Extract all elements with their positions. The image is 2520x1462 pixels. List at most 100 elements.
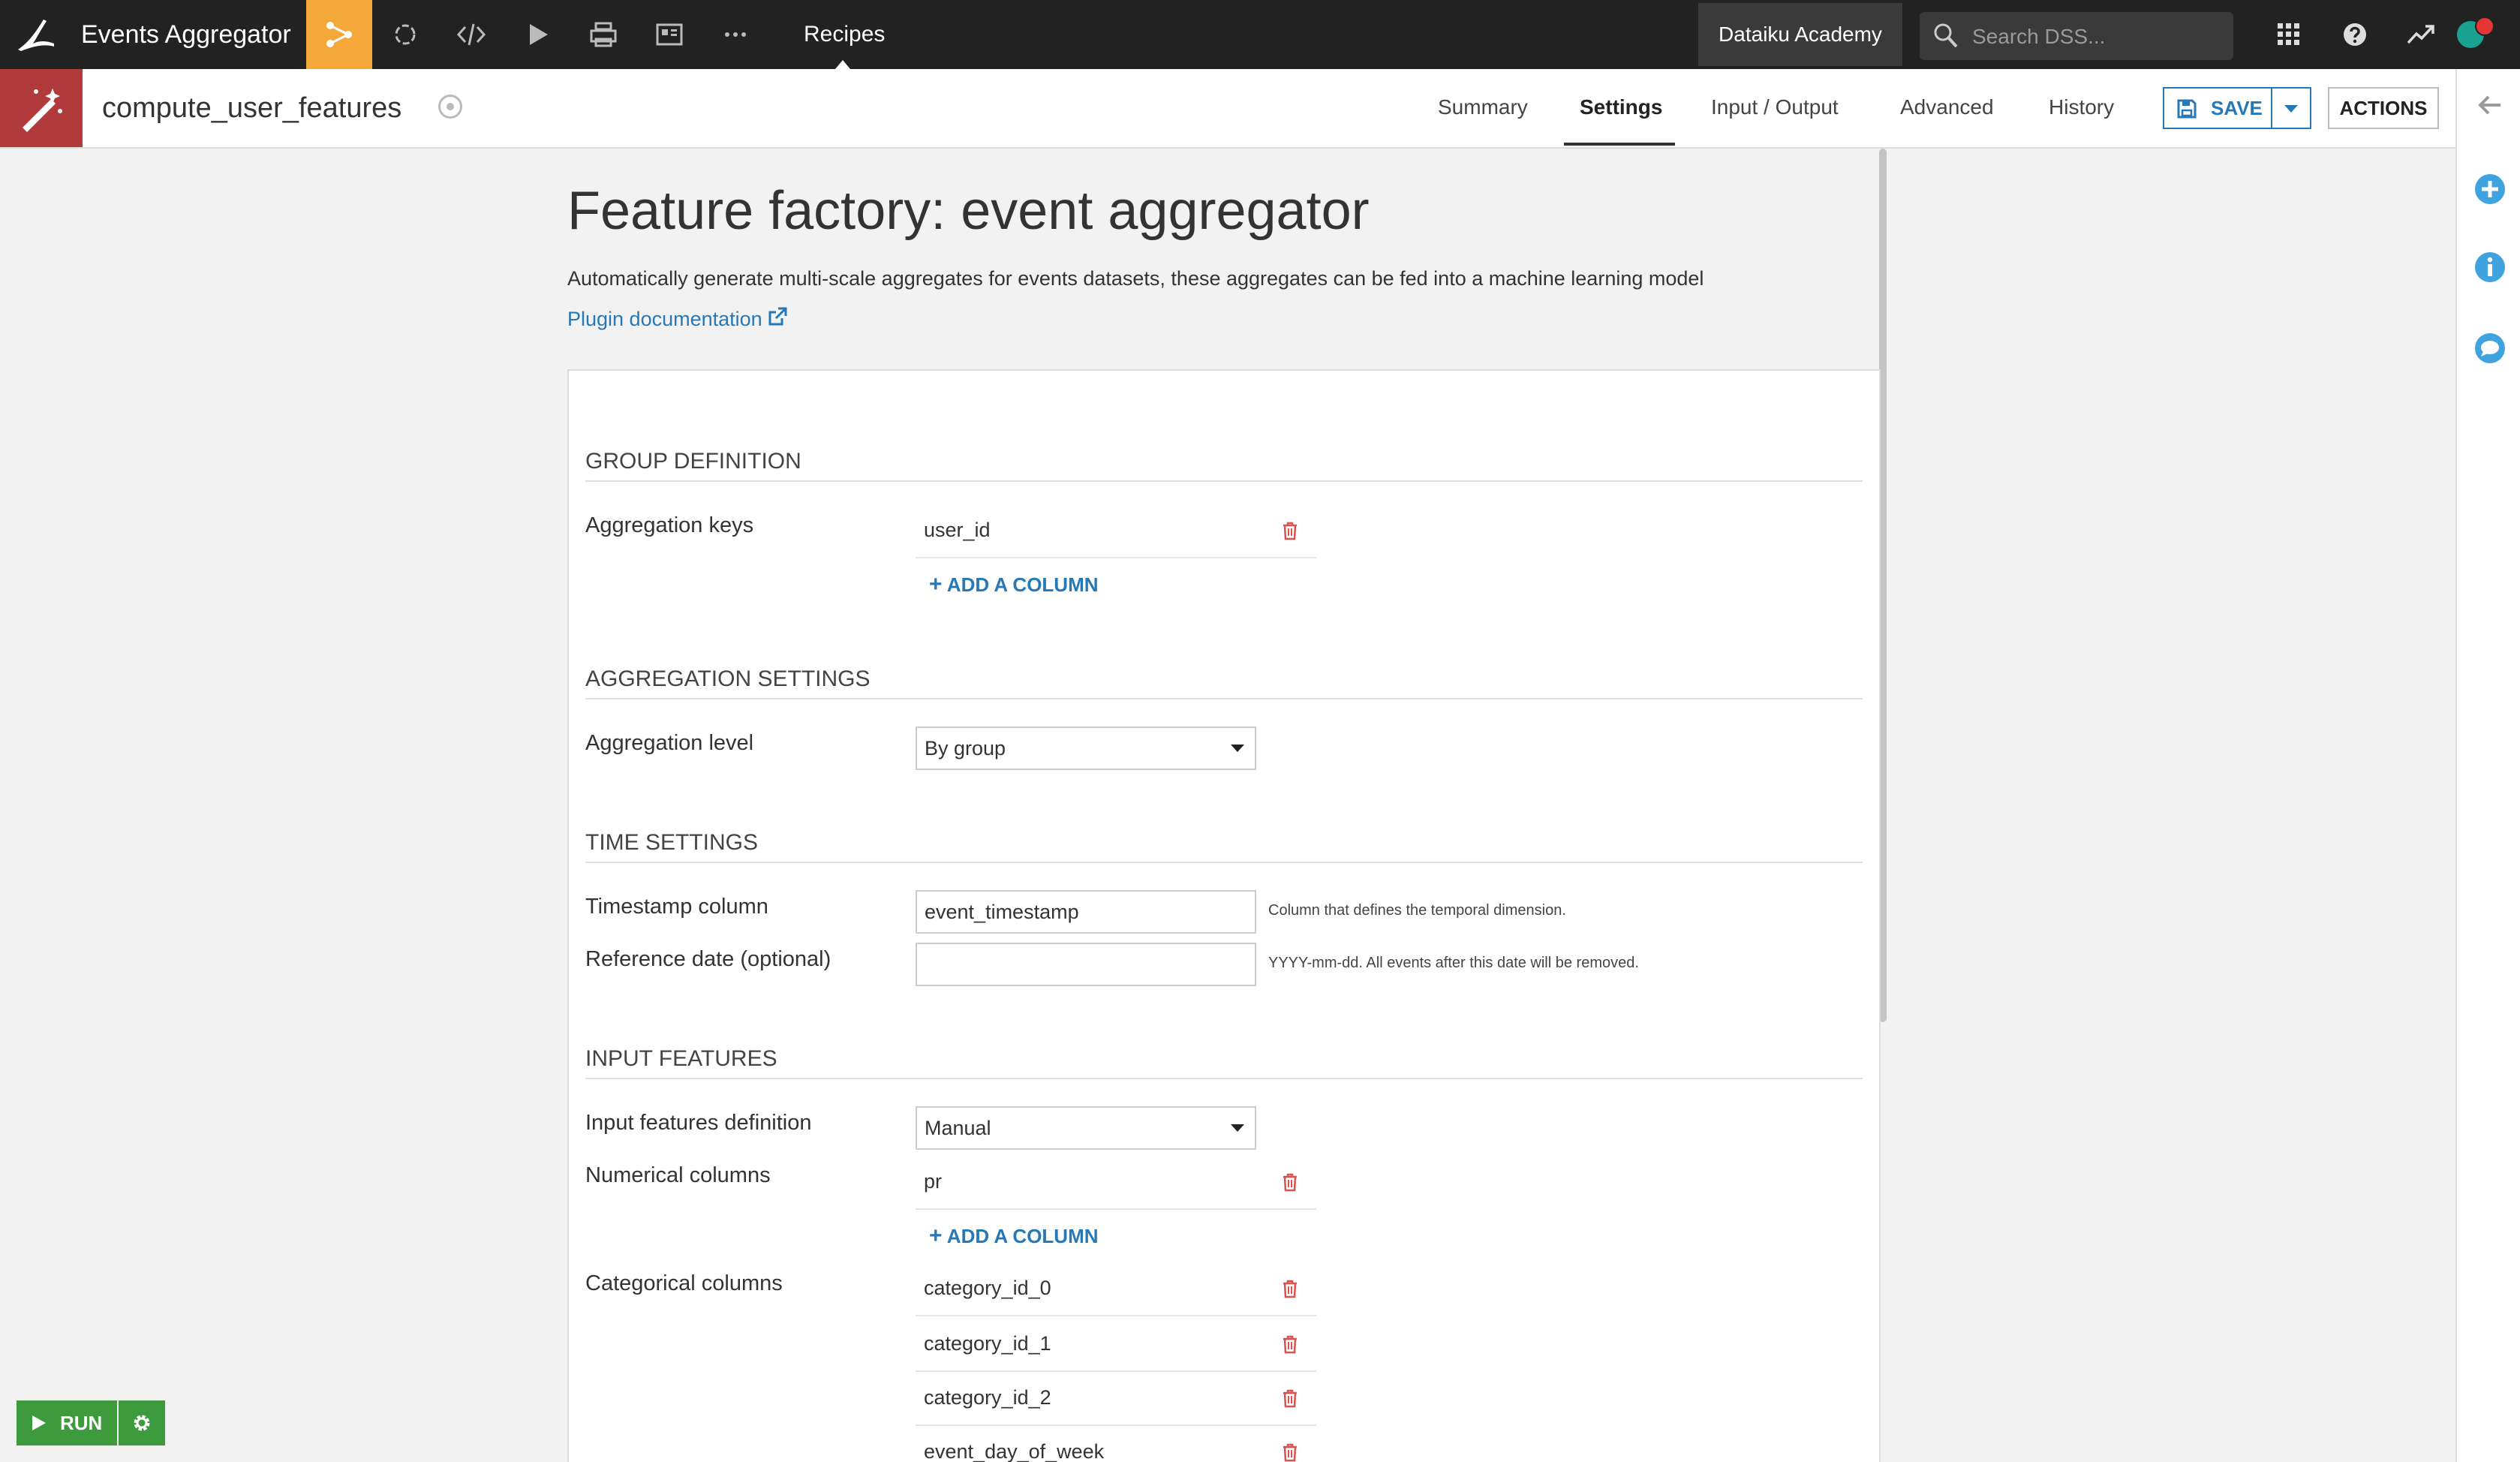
deploy-menu-button[interactable] (570, 0, 636, 69)
categorical-column-value[interactable]: category_id_1 (924, 1316, 1051, 1370)
add-numerical-column-button[interactable]: + ADD A COLUMN (929, 1223, 1099, 1249)
timestamp-column-input[interactable] (916, 890, 1256, 934)
plus-icon: + (929, 572, 943, 597)
reference-date-label: Reference date (optional) (585, 947, 831, 971)
categorical-column-value[interactable]: category_id_2 (924, 1370, 1051, 1424)
help-button[interactable] (2322, 0, 2388, 69)
arrow-left-icon (2478, 95, 2500, 115)
aggregation-keys-label: Aggregation keys (585, 513, 754, 537)
trash-icon[interactable] (1282, 1442, 1298, 1462)
list-item: category_id_2 (916, 1370, 1316, 1426)
dataiku-logo-icon[interactable] (14, 14, 59, 56)
dashboards-menu-button[interactable] (636, 0, 702, 69)
recipes-breadcrumb[interactable]: Recipes (804, 0, 885, 69)
plus-circle-icon (2475, 174, 2505, 204)
run-button-label: RUN (60, 1412, 103, 1434)
list-item: category_id_0 (916, 1261, 1316, 1316)
lab-icon (395, 24, 416, 45)
add-column-label: ADD A COLUMN (946, 1225, 1099, 1247)
printer-icon (590, 22, 617, 47)
tab-settings[interactable]: Settings (1580, 69, 1662, 146)
dashboard-icon (656, 23, 683, 46)
recipe-status-icon[interactable] (438, 95, 462, 119)
lab-menu-button[interactable] (372, 0, 438, 69)
actions-button[interactable]: ACTIONS (2328, 87, 2439, 129)
recipe-name[interactable]: compute_user_features (102, 69, 401, 147)
section-title-input-features: INPUT FEATURES (585, 1046, 777, 1071)
save-options-dropdown[interactable] (2271, 87, 2311, 129)
section-divider (585, 480, 1863, 482)
tab-summary[interactable]: Summary (1438, 69, 1528, 146)
trash-icon[interactable] (1282, 1279, 1298, 1298)
collapse-sidebar-button[interactable] (2473, 89, 2506, 122)
run-settings-button[interactable] (119, 1400, 165, 1445)
help-icon (2344, 23, 2366, 46)
categorical-column-value[interactable]: category_id_0 (924, 1261, 1051, 1315)
numerical-column-value[interactable]: pr (924, 1154, 942, 1208)
input-features-definition-value: Manual (925, 1117, 991, 1139)
aggregation-key-value[interactable]: user_id (924, 503, 991, 557)
save-button-label: SAVE (2211, 97, 2263, 119)
input-features-definition-select[interactable]: Manual (916, 1106, 1256, 1150)
flow-icon (326, 22, 352, 47)
list-item: user_id (916, 503, 1316, 558)
activity-button[interactable] (2388, 0, 2454, 69)
chat-bubble-icon (2475, 333, 2505, 363)
magic-wand-icon (23, 89, 62, 132)
categorical-columns-label: Categorical columns (585, 1271, 783, 1295)
run-button[interactable]: RUN (17, 1400, 117, 1445)
right-sidebar (2455, 69, 2520, 1462)
dataiku-academy-button[interactable]: Dataiku Academy (1698, 3, 1902, 66)
flow-menu-button[interactable] (306, 0, 372, 69)
categorical-column-value[interactable]: event_day_of_week (924, 1424, 1104, 1462)
play-icon (530, 24, 548, 45)
discussions-button[interactable] (2473, 332, 2506, 365)
project-name[interactable]: Events Aggregator (81, 0, 291, 69)
trending-icon (2407, 25, 2434, 44)
tab-advanced[interactable]: Advanced (1900, 69, 1994, 146)
add-aggregation-key-button[interactable]: + ADD A COLUMN (929, 572, 1099, 597)
reference-date-input[interactable] (916, 943, 1256, 986)
aggregation-level-label: Aggregation level (585, 731, 754, 755)
trash-icon[interactable] (1282, 1388, 1298, 1408)
aggregation-level-select[interactable]: By group (916, 726, 1256, 770)
section-divider (585, 698, 1863, 699)
plugin-documentation-link[interactable]: Plugin documentation (567, 306, 788, 331)
active-section-caret (835, 60, 850, 69)
trash-icon[interactable] (1282, 1334, 1298, 1354)
ellipsis-icon (725, 32, 746, 37)
section-title-group-definition: GROUP DEFINITION (585, 449, 801, 474)
section-title-aggregation-settings: AGGREGATION SETTINGS (585, 666, 871, 691)
trash-icon[interactable] (1282, 1172, 1298, 1192)
info-icon (2475, 252, 2505, 282)
apps-menu-button[interactable] (2256, 0, 2322, 69)
aggregation-level-value: By group (925, 737, 1006, 760)
search-icon (1934, 23, 1958, 48)
reference-date-help: YYYY-mm-dd. All events after this date w… (1268, 955, 1639, 971)
tab-input-output[interactable]: Input / Output (1711, 69, 1839, 146)
add-button[interactable] (2473, 173, 2506, 206)
input-features-definition-label: Input features definition (585, 1111, 812, 1135)
page-title: Feature factory: event aggregator (567, 181, 1370, 241)
info-button[interactable] (2473, 251, 2506, 284)
recipe-header: compute_user_features Summary Settings I… (0, 69, 2455, 149)
more-menu-button[interactable] (702, 0, 768, 69)
jobs-menu-button[interactable] (504, 0, 570, 69)
plus-icon: + (929, 1223, 943, 1248)
add-column-label: ADD A COLUMN (946, 573, 1099, 596)
top-navigation-bar: Events Aggregator Recipes Dataiku Academ… (0, 0, 2520, 69)
search-input[interactable] (1971, 12, 2221, 62)
code-icon (456, 23, 486, 46)
page-description: Automatically generate multi-scale aggre… (567, 267, 1704, 290)
active-tab-indicator (1564, 143, 1675, 146)
numerical-columns-label: Numerical columns (585, 1163, 771, 1187)
timestamp-column-help: Column that defines the temporal dimensi… (1268, 902, 1566, 919)
code-menu-button[interactable] (438, 0, 504, 69)
list-item: category_id_1 (916, 1316, 1316, 1372)
tab-history[interactable]: History (2049, 69, 2114, 146)
trash-icon[interactable] (1282, 521, 1298, 540)
search-box[interactable] (1920, 12, 2233, 62)
timestamp-column-label: Timestamp column (585, 895, 768, 919)
external-link-icon (768, 307, 787, 326)
gear-icon (134, 1415, 150, 1431)
